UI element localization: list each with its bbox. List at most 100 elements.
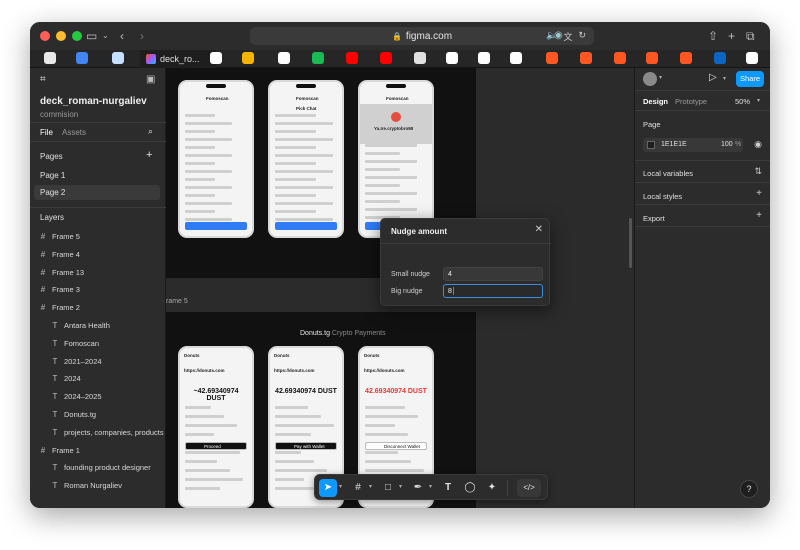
layer-item[interactable]: # Frame 3 [30,281,80,299]
browser-tab-favicon-icon[interactable] [278,52,290,64]
reload-icon[interactable]: ↻ [578,30,586,43]
browser-tab-favicon-icon[interactable] [510,52,522,64]
maximize-window-button[interactable] [72,31,82,41]
layer-item[interactable]: T Fomoscan [30,335,99,353]
actions-tool-icon[interactable]: ✦ [483,479,501,497]
help-button[interactable]: ? [740,480,758,498]
browser-tab-favicon-icon[interactable] [746,52,758,64]
tab-overview-icon[interactable]: ⧉ [746,28,755,44]
layer-item[interactable]: Tfounding product designer [30,459,151,477]
tab-design[interactable]: Design [643,97,668,106]
search-icon[interactable]: ⌕ [148,126,153,137]
browser-tab-favicon-icon[interactable] [76,52,88,64]
add-style-icon[interactable]: + [756,188,762,199]
phone-mockup[interactable]: Donuts https://donuts.com ~42.69340974 DUS… [178,346,254,508]
comment-tool-icon[interactable]: ◯ [461,479,479,497]
color-swatch[interactable] [647,141,655,149]
extension-icon[interactable]: ◉ [554,28,563,44]
browser-tab-favicon-icon[interactable] [414,52,426,64]
layer-item[interactable]: # Frame 4 [30,246,80,264]
tab-figma[interactable]: deck_ro... [140,50,216,68]
chevron-down-icon[interactable]: ⌄ [102,28,109,44]
layer-item[interactable]: T 2024 [30,370,81,388]
share-page-icon[interactable]: ⇧ [708,28,718,44]
canvas-scrollbar[interactable] [629,218,632,268]
text-tool-icon[interactable]: T [439,479,457,497]
address-bar[interactable]: 🔒 figma.com 🔈 文 ↻ [250,27,594,45]
move-tool-icon[interactable]: ➤ [319,479,337,497]
layer-item[interactable]: # Frame 1 [30,442,80,460]
panel-toggle-icon[interactable]: ▣ [146,72,155,88]
layer-item[interactable]: T Roman Nurgaliev [30,477,122,495]
browser-tab-favicon-icon[interactable] [44,52,56,64]
variables-icon[interactable]: ⇅ [754,166,762,177]
big-nudge-input[interactable]: 8 [443,284,543,298]
minimize-window-button[interactable] [56,31,66,41]
browser-tab-favicon-icon[interactable] [242,52,254,64]
present-icon[interactable]: ▷ [709,72,717,83]
browser-tab-favicon-icon[interactable] [580,52,592,64]
close-icon[interactable]: ✕ [535,224,543,235]
browser-tab-favicon-icon[interactable] [380,52,392,64]
chevron-down-icon[interactable]: ▾ [723,75,726,82]
canvas[interactable]: Fomoscan Fomoscan Pick Chat Fomoscan Ya.Ire.… [166,68,634,508]
sidebar-toggle-icon[interactable]: ▭ [86,28,97,44]
tab-prototype[interactable]: Prototype [675,97,707,106]
layer-item[interactable]: # Frame 5 [30,228,80,246]
small-nudge-input[interactable]: 4 [443,267,543,281]
browser-tab-favicon-icon[interactable] [680,52,692,64]
layer-item[interactable]: T Antara Health [30,317,110,335]
phone-mockup[interactable]: Fomoscan [178,80,254,238]
page-color-hex[interactable]: 1E1E1E [661,141,687,148]
chevron-down-icon[interactable]: ▾ [399,483,402,490]
frame-tool-icon[interactable]: # [349,479,367,497]
chevron-down-icon[interactable]: ▾ [339,483,342,490]
browser-tab-favicon-icon[interactable] [112,52,124,64]
browser-tab-favicon-icon[interactable] [446,52,458,64]
local-styles[interactable]: Local styles [643,192,682,201]
chevron-down-icon[interactable]: ▾ [369,483,372,490]
browser-tab-favicon-icon[interactable] [346,52,358,64]
page-color-field[interactable]: 1E1E1E 100 % [643,138,743,152]
pen-tool-icon[interactable]: ✒ [409,479,427,497]
layer-item[interactable]: T 2021–2024 [30,353,102,371]
avatar[interactable] [643,72,657,86]
layer-item[interactable]: T 2024–2025 [30,388,102,406]
back-icon[interactable]: ‹ [120,28,124,44]
figma-menu-icon[interactable]: ⌗ [40,72,46,88]
share-button[interactable]: Share [736,71,764,87]
page-item-2[interactable]: Page 2 [34,185,160,200]
new-tab-icon[interactable]: + [728,28,735,44]
translate-icon[interactable]: 文 [563,30,572,43]
browser-tab-favicon-icon[interactable] [714,52,726,64]
chevron-down-icon[interactable]: ▾ [757,97,760,104]
zoom-level[interactable]: 50% [735,97,750,106]
export-title[interactable]: Export [643,214,665,223]
page-opacity[interactable]: 100 [721,141,733,148]
chevron-down-icon[interactable]: ▾ [429,483,432,490]
add-export-icon[interactable]: + [756,210,762,221]
eye-icon[interactable]: ◉ [754,139,762,150]
project-name[interactable]: deck_roman-nurgaliev [40,96,147,107]
layer-item[interactable]: T Donuts.tg [30,406,97,424]
rectangle-tool-icon[interactable]: □ [379,479,397,497]
browser-tab-favicon-icon[interactable] [210,52,222,64]
browser-tab-favicon-icon[interactable] [312,52,324,64]
browser-tab-favicon-icon[interactable] [646,52,658,64]
forward-icon[interactable]: › [140,28,144,44]
dev-mode-icon[interactable]: </> [517,479,541,497]
local-variables[interactable]: Local variables [643,169,693,178]
chevron-down-icon[interactable]: ▾ [659,74,662,81]
layer-item[interactable]: # Frame 13 [30,264,84,282]
close-window-button[interactable] [40,31,50,41]
browser-tab-favicon-icon[interactable] [478,52,490,64]
phone-mockup[interactable]: Fomoscan Pick Chat [268,80,344,238]
browser-tab-favicon-icon[interactable] [546,52,558,64]
add-page-icon[interactable]: + [146,149,152,161]
tab-assets[interactable]: Assets [62,128,86,137]
page-item-1[interactable]: Page 1 [34,168,160,183]
layer-item[interactable]: # Frame 2 [30,299,80,317]
tab-file[interactable]: File [40,128,53,137]
browser-tab-favicon-icon[interactable] [614,52,626,64]
phone-mockup[interactable]: Fomoscan Ya.Ire.cryptobroMI [358,80,434,238]
